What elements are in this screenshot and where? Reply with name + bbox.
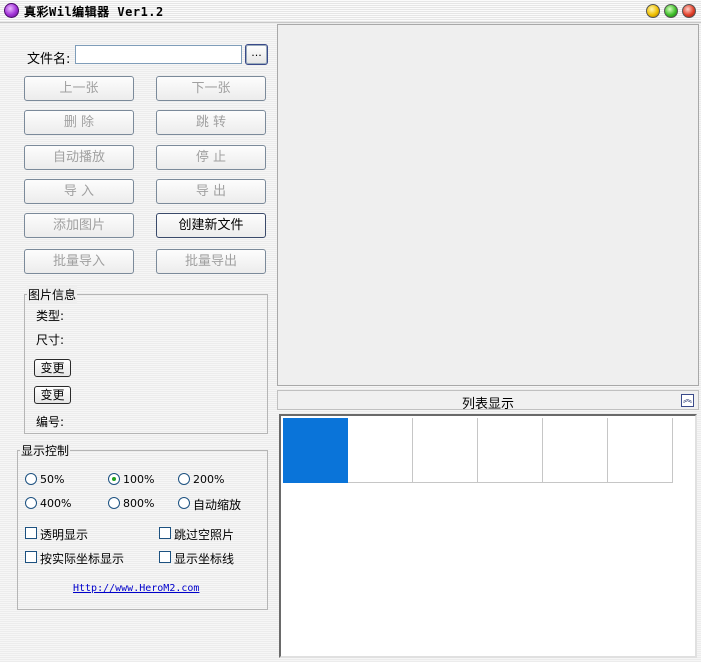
batch-export-button[interactable]: 批量导出	[156, 249, 266, 274]
image-preview-area[interactable]	[277, 24, 699, 386]
zoom-100-label: 100%	[123, 473, 155, 486]
display-control-title: 显示控制	[20, 442, 71, 459]
autoplay-button[interactable]: 自动播放	[24, 145, 134, 170]
stop-button[interactable]: 停 止	[156, 145, 266, 170]
batch-import-button[interactable]: 批量导入	[24, 249, 134, 274]
thumbnail-item[interactable]	[478, 418, 543, 483]
change-button-1[interactable]: 变更	[34, 359, 71, 377]
delete-button[interactable]: 删 除	[24, 110, 134, 135]
zoom-50-label: 50%	[40, 473, 65, 486]
zoom-400-label: 400%	[40, 497, 72, 510]
thumbnail-item[interactable]	[608, 418, 673, 483]
type-label: 类型:	[36, 309, 65, 323]
zoom-800-radio[interactable]	[108, 497, 120, 509]
transparent-display-checkbox[interactable]	[25, 527, 37, 539]
show-axis-checkbox[interactable]	[159, 551, 171, 563]
main-window: 真彩Wil编辑器 Ver1.2 文件名: ... 上一张 下一张 删 除 跳 转…	[0, 0, 701, 662]
export-button[interactable]: 导 出	[156, 179, 266, 204]
add-image-button[interactable]: 添加图片	[24, 213, 134, 238]
zoom-200-label: 200%	[193, 473, 225, 486]
zoom-auto-radio[interactable]	[178, 497, 190, 509]
prev-button[interactable]: 上一张	[24, 76, 134, 101]
import-button[interactable]: 导 入	[24, 179, 134, 204]
zoom-400-radio[interactable]	[25, 497, 37, 509]
thumbnail-item[interactable]	[348, 418, 413, 483]
list-header: 列表显示 ︽	[277, 390, 699, 412]
image-info-title: 图片信息	[27, 286, 78, 303]
thumbnail-item[interactable]	[283, 418, 348, 483]
skip-empty-label: 跳过空照片	[174, 528, 235, 542]
size-label: 尺寸:	[36, 333, 65, 347]
zoom-auto-label: 自动缩放	[193, 498, 242, 512]
zoom-50-radio[interactable]	[25, 473, 37, 485]
zoom-200-radio[interactable]	[178, 473, 190, 485]
next-button[interactable]: 下一张	[156, 76, 266, 101]
thumbnail-item[interactable]	[413, 418, 478, 483]
browse-button[interactable]: ...	[245, 44, 268, 65]
title-bar[interactable]: 真彩Wil编辑器 Ver1.2	[0, 0, 701, 23]
website-link[interactable]: Http://www.HeroM2.com	[73, 583, 199, 594]
list-title: 列表显示	[461, 397, 514, 412]
show-axis-label: 显示坐标线	[174, 552, 235, 566]
change-button-2[interactable]: 变更	[34, 386, 71, 404]
thumbnail-item[interactable]	[543, 418, 608, 483]
transparent-display-label: 透明显示	[40, 528, 89, 542]
number-label: 编号:	[36, 415, 65, 429]
create-new-file-button[interactable]: 创建新文件	[156, 213, 266, 238]
minimize-button[interactable]	[646, 4, 660, 18]
zoom-800-label: 800%	[123, 497, 155, 510]
filename-label: 文件名:	[27, 52, 71, 67]
app-icon	[4, 3, 19, 18]
maximize-button[interactable]	[664, 4, 678, 18]
thumbnail-list[interactable]	[279, 414, 697, 658]
double-chevron-up-icon[interactable]: ︽	[681, 394, 694, 407]
actual-coords-label: 按实际坐标显示	[40, 552, 125, 566]
jump-button[interactable]: 跳 转	[156, 110, 266, 135]
zoom-100-radio[interactable]	[108, 473, 120, 485]
window-title: 真彩Wil编辑器 Ver1.2	[24, 5, 164, 19]
close-button[interactable]	[682, 4, 696, 18]
actual-coords-checkbox[interactable]	[25, 551, 37, 563]
filename-input[interactable]	[75, 45, 242, 64]
skip-empty-checkbox[interactable]	[159, 527, 171, 539]
